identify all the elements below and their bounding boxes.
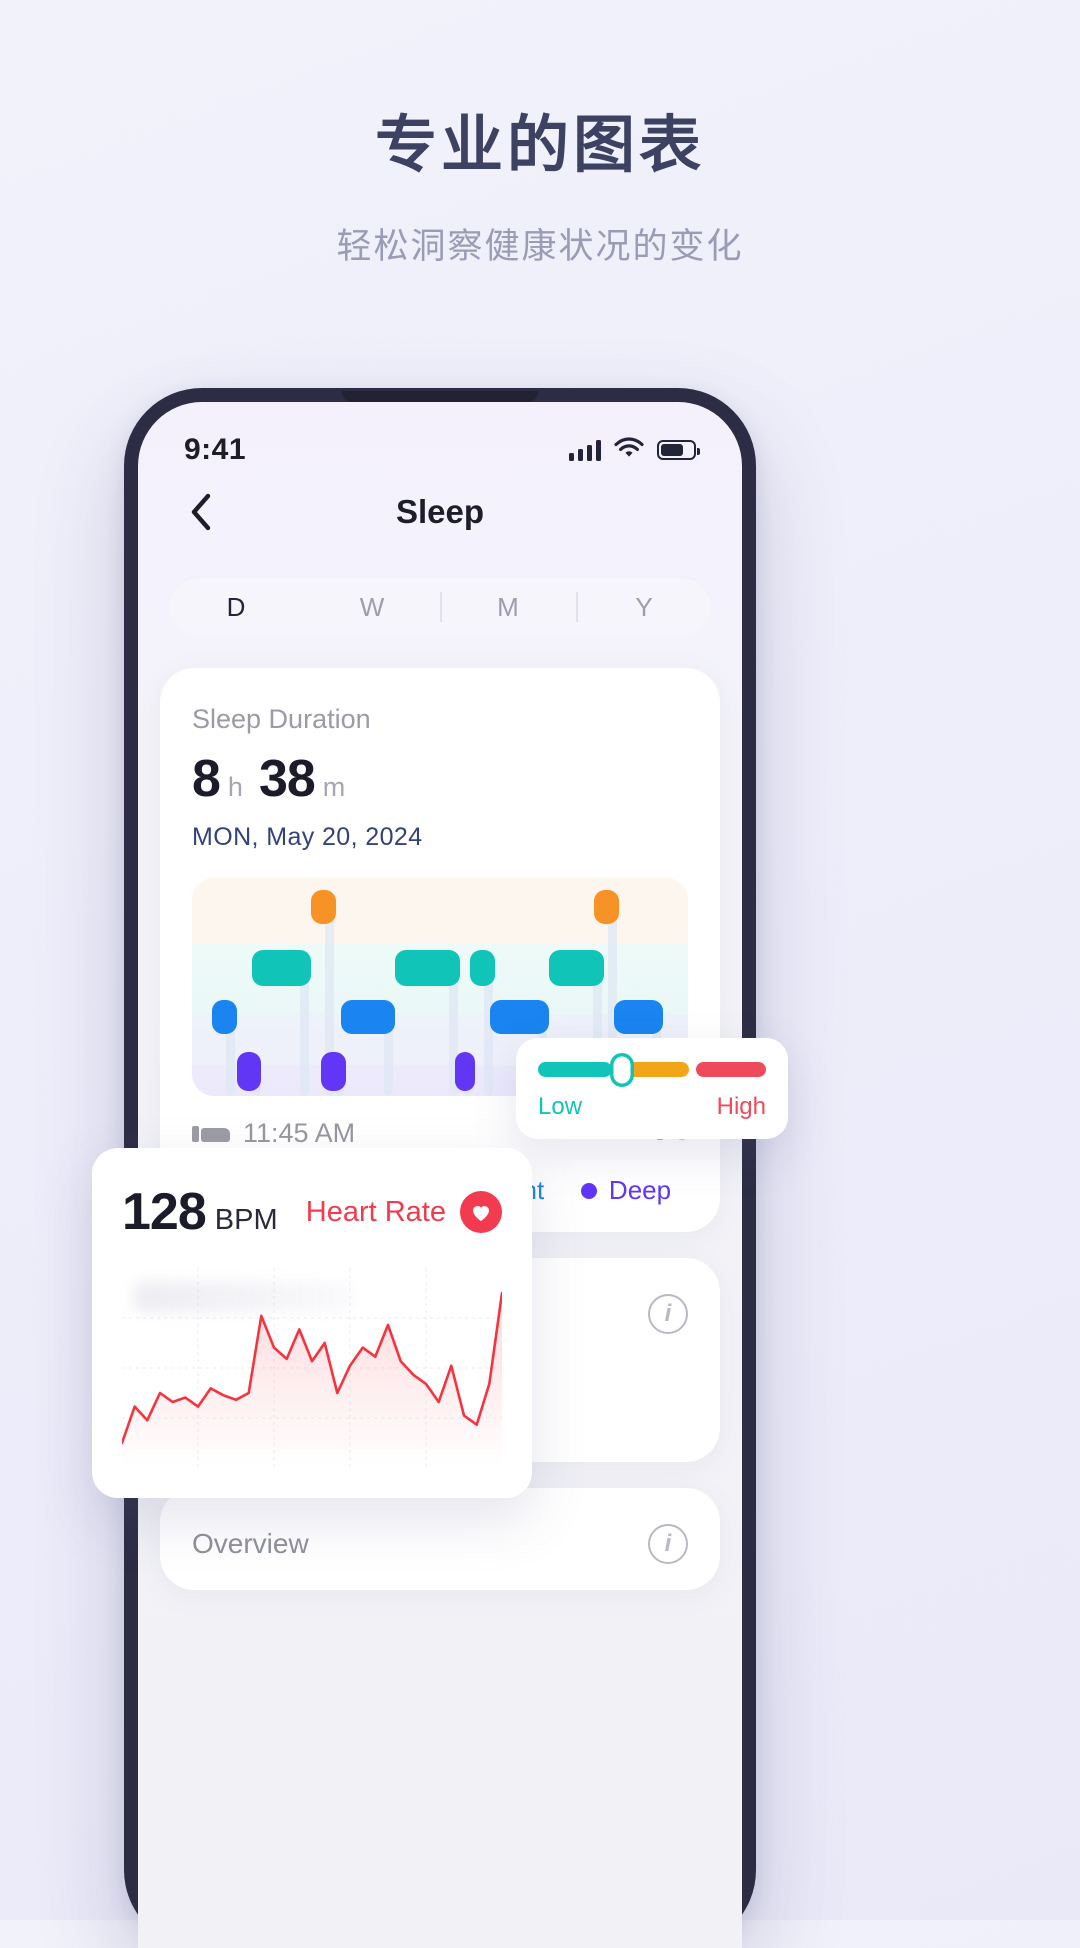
sleep-stage-segment [395,949,460,986]
page-title: 专业的图表 [374,111,705,180]
range-tabs: D W M Y [138,548,742,638]
slider-segment-high [695,1062,766,1077]
sleep-stage-segment [251,949,312,986]
tab-day[interactable]: D [168,576,304,638]
sleep-minutes: 38 [258,750,316,808]
chevron-left-icon [191,493,211,531]
sleep-stage-segment [236,1052,262,1091]
sleep-duration-value: 8 h 38 m [192,749,688,809]
slider-labels: Low High [538,1093,766,1121]
sleep-stage-segment [613,1000,664,1034]
heart-rate-card[interactable]: 128 BPM Heart Rate [92,1148,532,1498]
nav-bar: Sleep [138,476,742,548]
overview-card[interactable]: Overview i [160,1488,720,1590]
heart-rate-title-group: Heart Rate [306,1191,502,1233]
info-icon[interactable]: i [648,1524,688,1564]
tab-week[interactable]: W [304,576,440,638]
signal-bars-icon [568,439,601,461]
sleep-stage-segment [593,889,619,924]
tab-year[interactable]: Y [576,576,712,638]
heart-icon [460,1191,502,1233]
status-clock: 9:41 [184,433,247,466]
phone-notch [342,391,538,402]
back-button[interactable] [174,485,228,539]
sleep-minutes-unit: m [322,772,346,802]
tab-month[interactable]: M [440,576,576,638]
legend-dot-icon [580,1182,597,1199]
sleep-stage-segment [489,1000,550,1034]
legend-label: Deep [608,1175,672,1205]
bed-icon [192,1122,230,1146]
sleep-stage-segment [311,889,336,924]
bedtime: 11:45 AM [192,1118,355,1149]
page-subtitle: 轻松洞察健康状况的变化 [336,227,744,267]
slider-high-label: High [716,1093,766,1120]
sleep-hours-unit: h [227,772,243,802]
slider-track[interactable] [538,1056,766,1083]
sleep-stage-segment [549,949,604,986]
overview-title: Overview [192,1528,309,1559]
slider-knob[interactable] [613,1056,631,1083]
status-icons [568,436,700,464]
heart-rate-value: 128 BPM [122,1182,278,1242]
promo-header: 专业的图表 轻松洞察健康状况的变化 [0,0,1080,269]
bedtime-label: 11:45 AM [243,1118,356,1148]
sleep-stage-segment [454,1052,475,1091]
info-icon[interactable]: i [648,1294,688,1334]
sleep-hours: 8 [192,750,221,808]
slider-segment-low [538,1062,612,1077]
wifi-icon [614,436,644,464]
heart-rate-number: 128 [122,1183,207,1241]
slider-low-label: Low [538,1093,583,1120]
legend-item: Deep [564,1175,688,1206]
status-bar: 9:41 [138,402,742,476]
chart-blurred-label [134,1282,355,1312]
sleep-stage-segment [211,1000,237,1034]
sleep-stage-segment [340,1000,396,1034]
sleep-date: MON, May 20, 2024 [192,823,423,851]
card-label: Sleep Duration [192,704,371,734]
heart-rate-header: 128 BPM Heart Rate [122,1182,502,1242]
sleep-stage-segment [320,1052,346,1091]
nav-title: Sleep [395,493,485,530]
heart-rate-chart[interactable] [122,1268,502,1468]
intensity-slider-card[interactable]: Low High [516,1038,788,1139]
heart-rate-label: Heart Rate [305,1195,446,1228]
heart-rate-unit: BPM [214,1204,278,1236]
battery-icon [657,440,700,460]
sleep-stage-segment [469,949,495,986]
